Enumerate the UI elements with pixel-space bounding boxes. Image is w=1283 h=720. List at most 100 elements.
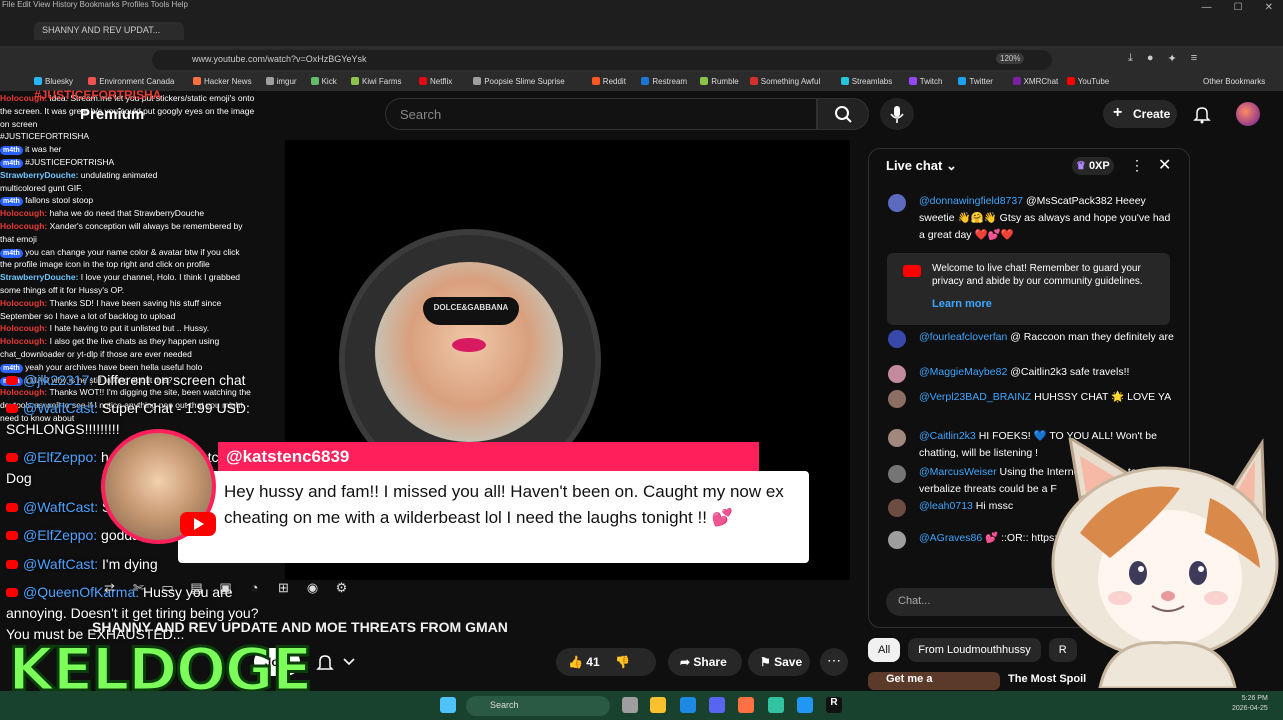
bookmark-item[interactable]: Environment Canada [88, 77, 174, 86]
chat-avatar[interactable] [888, 365, 906, 383]
address-bar[interactable]: www.youtube.com/watch?v=OxHzBGYeYsk [152, 50, 1052, 70]
filter-chip[interactable]: From Loudmouthhussy [908, 638, 1041, 662]
overlay-chat-big-text: Super Chat - 1.99 USD: [102, 400, 250, 416]
chat-author[interactable]: @AGraves86 [919, 532, 982, 544]
file-explorer-icon[interactable] [650, 697, 666, 713]
xp-badge[interactable]: ♛ 0XP [1072, 157, 1114, 175]
chat-icon[interactable]: ▭ [158, 580, 177, 599]
create-button[interactable]: + Create [1103, 100, 1177, 128]
bookmark-item[interactable]: Kiwi Farms [351, 77, 402, 86]
browser-toolbar-icons: ⤓ ● ✦ ≡ [1128, 52, 1197, 65]
bookmark-item[interactable]: YouTube [1066, 77, 1110, 86]
search-button[interactable] [817, 98, 869, 130]
camera-icon[interactable]: ▣ [216, 580, 235, 599]
live-chat-header[interactable]: Live chat ⌄ [886, 158, 957, 174]
app-icon[interactable] [680, 697, 696, 713]
browser-tab[interactable]: SHANNY AND REV UPDAT... [34, 22, 184, 40]
chat-author[interactable]: @leah0713 [919, 500, 973, 512]
voice-search-button[interactable] [880, 98, 914, 130]
bookmark-item[interactable]: Netflix [419, 77, 452, 86]
bookmark-item[interactable]: Bluesky [34, 77, 73, 86]
bookmark-item[interactable]: Hacker News [193, 77, 252, 86]
menu-icon[interactable]: ≡ [1191, 52, 1197, 65]
search-input[interactable]: Search [385, 98, 817, 130]
like-count: 41 [586, 655, 600, 669]
chat-avatar[interactable] [888, 194, 906, 212]
bookmark-label: Twitter [969, 77, 993, 86]
streamlabs-icon[interactable] [768, 697, 784, 713]
bookmark-item[interactable]: imgur [265, 77, 297, 86]
extension-icon[interactable]: ● [1147, 52, 1154, 65]
browser-menu[interactable]: File Edit View History Bookmarks Profile… [2, 0, 188, 9]
download-icon[interactable]: ⤓ [1128, 52, 1133, 65]
bookmark-item[interactable]: Something Awful [749, 77, 820, 86]
more-actions-button[interactable]: ⋯ [820, 648, 848, 676]
chat-avatar[interactable] [888, 531, 906, 549]
task-view-icon[interactable] [622, 697, 638, 713]
chat-author[interactable]: @MarcusWeiser [919, 466, 997, 478]
bookmark-item[interactable]: Reddit [591, 77, 626, 86]
bookmark-item[interactable]: XMRChat [1012, 77, 1058, 86]
taskbar-clock[interactable]: 5:26 PM 2026-04-25 [1232, 694, 1268, 714]
bookmark-item[interactable]: Poopsie Slime Suprise [473, 77, 565, 86]
add-icon[interactable]: ⊞ [274, 580, 293, 599]
learn-more-link[interactable]: Learn more [932, 298, 1160, 311]
chat-more-icon[interactable]: ⋮ [1130, 157, 1144, 174]
windows-start-icon[interactable] [440, 697, 456, 713]
related-thumbnail[interactable]: Get me a [868, 672, 1000, 690]
overlay-chat-text: fallons stool stoop [25, 195, 94, 206]
chat-message: @fourleafcloverfan @ Raccoon man they de… [886, 329, 1176, 348]
firefox-icon[interactable] [738, 697, 754, 713]
chat-author[interactable]: @Verpl23BAD_BRAINZ [919, 391, 1031, 403]
restream-icon[interactable]: R [826, 697, 842, 713]
chat-author[interactable]: @Caitlin2k3 [919, 430, 976, 442]
window-icon[interactable] [797, 697, 813, 713]
notifications-bell-icon[interactable] [1192, 104, 1212, 124]
screenshot-icon[interactable]: ◉ [303, 580, 322, 599]
clip-icon[interactable]: ✄ [129, 580, 148, 599]
bookmark-item[interactable]: Rumble [700, 77, 739, 86]
settings-gear-icon[interactable]: ⚙ [332, 580, 351, 599]
other-bookmarks[interactable]: Other Bookmarks [1203, 77, 1265, 86]
bookmark-label: YouTube [1077, 77, 1110, 86]
bookmark-item[interactable]: Restream [641, 77, 687, 86]
chat-message-body: @MaggieMaybe82 @Caitlin2k3 safe travels!… [919, 364, 1176, 381]
filter-chip[interactable]: All [868, 638, 901, 662]
chat-avatar[interactable] [888, 429, 906, 447]
bookmark-item[interactable]: Twitch [908, 77, 943, 86]
bookmark-item[interactable]: Kick [310, 77, 337, 86]
chat-avatar[interactable] [888, 390, 906, 408]
save-button[interactable]: ⚑ Save [748, 648, 810, 676]
like-dislike-button[interactable]: 👍 41 👎 [556, 648, 656, 676]
account-avatar[interactable] [1236, 102, 1260, 126]
speed-icon[interactable]: ◔ [245, 580, 264, 599]
chat-author[interactable]: @fourleafcloverfan [919, 331, 1007, 343]
thumbs-up-icon[interactable]: 👍 [568, 655, 583, 669]
taskbar-search[interactable]: Search [466, 696, 610, 716]
chat-author[interactable]: @MaggieMaybe82 [919, 366, 1007, 378]
overlay-chat-big-user: @ElfZeppo: [23, 527, 98, 543]
rewind-icon[interactable]: ⇄ [100, 580, 119, 599]
caption-icon[interactable]: ▤ [187, 580, 206, 599]
overlay-chat-line: some things off it for Hussy's OP. [0, 284, 285, 297]
maximize-icon[interactable]: ☐ [1234, 2, 1243, 13]
chat-avatar[interactable] [888, 499, 906, 517]
chat-avatar[interactable] [888, 330, 906, 348]
close-chat-icon[interactable]: ✕ [1158, 155, 1171, 175]
thumbs-down-icon[interactable]: 👎 [615, 655, 630, 669]
bookmark-label: Twitch [919, 77, 943, 86]
minimize-icon[interactable]: — [1202, 2, 1212, 13]
bookmark-item[interactable]: Streamlabs [840, 77, 892, 86]
overlay-chat-author: Holocough: [0, 220, 48, 231]
chat-author[interactable]: @donnawingfield8737 [919, 195, 1023, 207]
share-button[interactable]: ➦ Share [668, 648, 742, 676]
zoom-level[interactable]: 120% [996, 53, 1025, 64]
subscribe-bell-button[interactable] [314, 650, 366, 674]
puzzle-icon[interactable]: ✦ [1168, 52, 1177, 65]
clock-date: 2026-04-25 [1232, 705, 1268, 712]
chat-avatar[interactable] [888, 465, 906, 483]
discord-icon[interactable] [709, 697, 725, 713]
close-window-icon[interactable]: ✕ [1265, 2, 1273, 13]
bookmark-item[interactable]: Twitter [958, 77, 993, 86]
overlay-chat-big-user: @ElfZeppo: [23, 449, 98, 465]
